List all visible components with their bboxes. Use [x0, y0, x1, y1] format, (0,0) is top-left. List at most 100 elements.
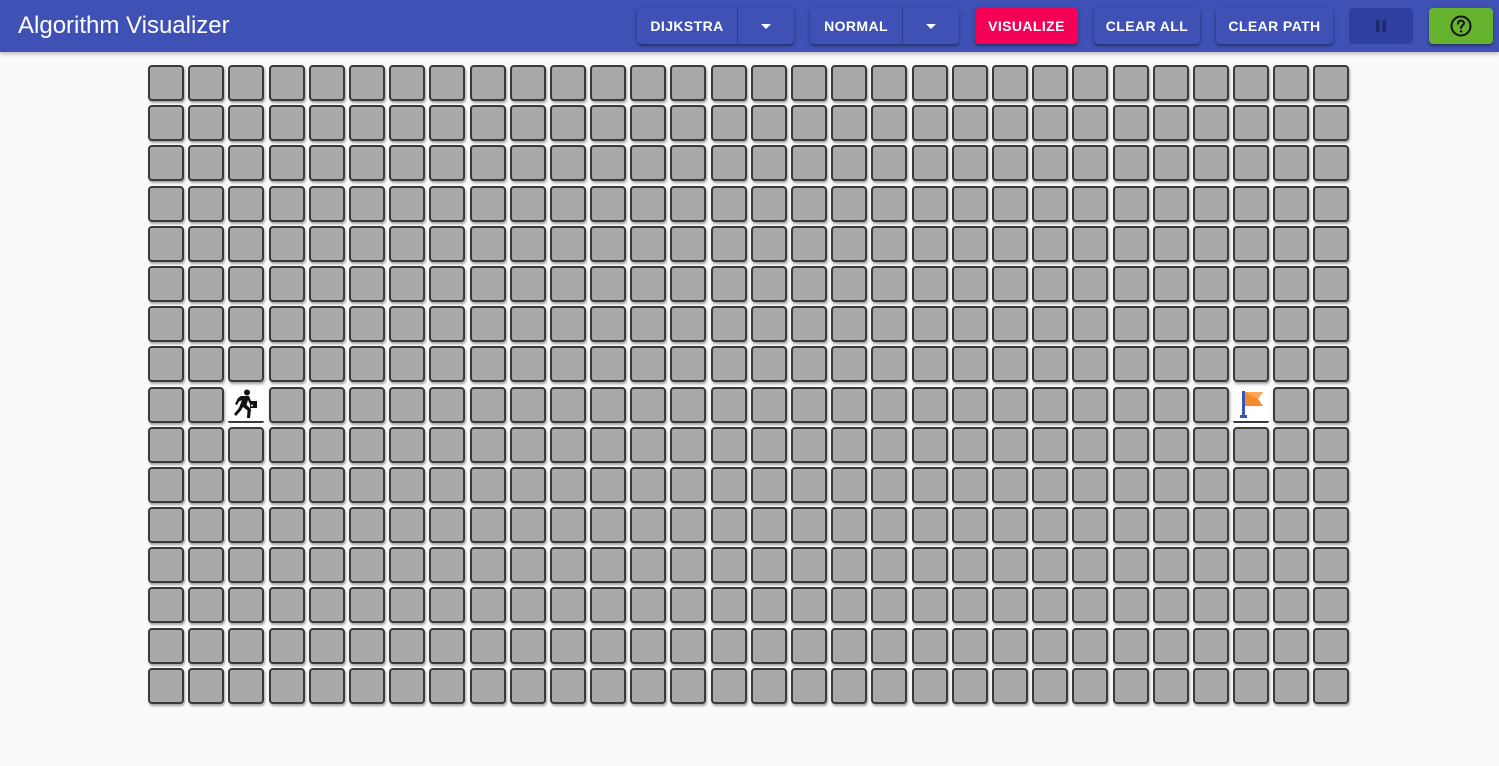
grid-node[interactable] [1313, 587, 1350, 624]
grid-node[interactable] [791, 346, 827, 383]
grid-node[interactable] [549, 185, 586, 222]
grid-node[interactable] [991, 225, 1028, 262]
grid-node[interactable] [951, 547, 988, 584]
grid-node[interactable] [1112, 667, 1149, 704]
grid-node[interactable] [710, 185, 747, 222]
grid-node[interactable] [429, 507, 466, 544]
grid-node[interactable] [1072, 667, 1109, 704]
grid-node[interactable] [1072, 466, 1109, 503]
grid-node[interactable] [1152, 466, 1189, 503]
grid-node[interactable] [831, 587, 868, 624]
grid-node[interactable] [348, 507, 385, 544]
grid-node[interactable] [791, 145, 827, 182]
grid-node[interactable] [710, 265, 747, 302]
grid-node[interactable] [1152, 547, 1189, 584]
grid-node[interactable] [148, 306, 184, 343]
grid-node[interactable] [750, 627, 787, 664]
help-button[interactable] [1429, 8, 1493, 44]
grid-node[interactable] [429, 306, 466, 343]
algorithm-button[interactable]: DIJKSTRA [637, 8, 738, 44]
grid-node[interactable] [871, 65, 908, 101]
grid-node[interactable] [1072, 105, 1109, 142]
grid-node[interactable] [389, 667, 426, 704]
grid-node[interactable] [308, 346, 345, 383]
grid-node[interactable] [1032, 507, 1069, 544]
grid-node[interactable] [991, 547, 1028, 584]
grid-node[interactable] [429, 346, 466, 383]
grid-node[interactable] [750, 306, 787, 343]
grid-node[interactable] [1112, 627, 1149, 664]
grid-node[interactable] [348, 547, 385, 584]
grid-node[interactable] [670, 105, 707, 142]
grid-node[interactable] [308, 667, 345, 704]
grid-node[interactable] [750, 667, 787, 704]
grid-node[interactable] [1152, 145, 1189, 182]
grid-node[interactable] [509, 426, 546, 463]
grid-node[interactable] [549, 547, 586, 584]
grid-node[interactable] [1072, 185, 1109, 222]
grid-node[interactable] [509, 145, 546, 182]
grid-node[interactable] [831, 65, 868, 101]
grid-node[interactable] [991, 466, 1028, 503]
grid-node[interactable] [750, 185, 787, 222]
grid-node[interactable] [1273, 306, 1310, 343]
grid-node[interactable] [228, 587, 265, 624]
grid-node[interactable] [1112, 265, 1149, 302]
grid-node[interactable] [429, 265, 466, 302]
grid-node[interactable] [1233, 426, 1270, 463]
grid-node[interactable] [1273, 346, 1310, 383]
grid-node[interactable] [1233, 667, 1270, 704]
grid-node[interactable] [509, 185, 546, 222]
grid-node[interactable] [1313, 426, 1350, 463]
grid-node[interactable] [469, 587, 506, 624]
grid-node[interactable] [670, 346, 707, 383]
grid-node[interactable] [348, 346, 385, 383]
grid-node[interactable] [389, 507, 426, 544]
grid-node[interactable] [951, 306, 988, 343]
grid-node[interactable] [308, 386, 345, 423]
grid-node[interactable] [1152, 386, 1189, 423]
grid-node[interactable] [148, 627, 184, 664]
grid-node[interactable] [509, 547, 546, 584]
grid-node[interactable] [911, 185, 948, 222]
grid-node[interactable] [268, 65, 305, 101]
grid-node[interactable] [710, 627, 747, 664]
grid-node[interactable] [951, 265, 988, 302]
grid-node[interactable] [1313, 306, 1350, 343]
grid-node[interactable] [1152, 265, 1189, 302]
grid-node[interactable] [1313, 346, 1350, 383]
grid-node[interactable] [1112, 587, 1149, 624]
grid-node[interactable] [1152, 306, 1189, 343]
grid-node[interactable] [1233, 265, 1270, 302]
grid-node[interactable] [348, 306, 385, 343]
grid-node[interactable] [911, 346, 948, 383]
grid-node[interactable] [871, 185, 908, 222]
grid-node[interactable] [710, 507, 747, 544]
grid-node[interactable] [389, 346, 426, 383]
grid-node[interactable] [148, 346, 184, 383]
grid-node[interactable] [469, 225, 506, 262]
grid-node[interactable] [710, 667, 747, 704]
grid-node[interactable] [911, 466, 948, 503]
grid-node[interactable] [1273, 386, 1310, 423]
grid-node[interactable] [710, 426, 747, 463]
clear-path-button[interactable]: CLEAR PATH [1216, 8, 1333, 44]
grid-node[interactable] [549, 587, 586, 624]
grid-node[interactable] [228, 346, 265, 383]
grid-node[interactable] [1072, 65, 1109, 101]
grid-node[interactable] [1072, 587, 1109, 624]
grid-node[interactable] [188, 65, 225, 101]
grid-node[interactable] [469, 265, 506, 302]
grid-node[interactable] [1273, 587, 1310, 624]
grid-node[interactable] [871, 547, 908, 584]
grid-node[interactable] [228, 105, 265, 142]
grid-node[interactable] [348, 667, 385, 704]
grid-node[interactable] [1032, 145, 1069, 182]
grid-node[interactable] [1313, 185, 1350, 222]
grid-node[interactable] [148, 65, 184, 101]
grid-node[interactable] [871, 627, 908, 664]
grid-node[interactable] [509, 466, 546, 503]
grid-node[interactable] [268, 466, 305, 503]
grid-node[interactable] [1072, 265, 1109, 302]
grid-node[interactable] [268, 265, 305, 302]
